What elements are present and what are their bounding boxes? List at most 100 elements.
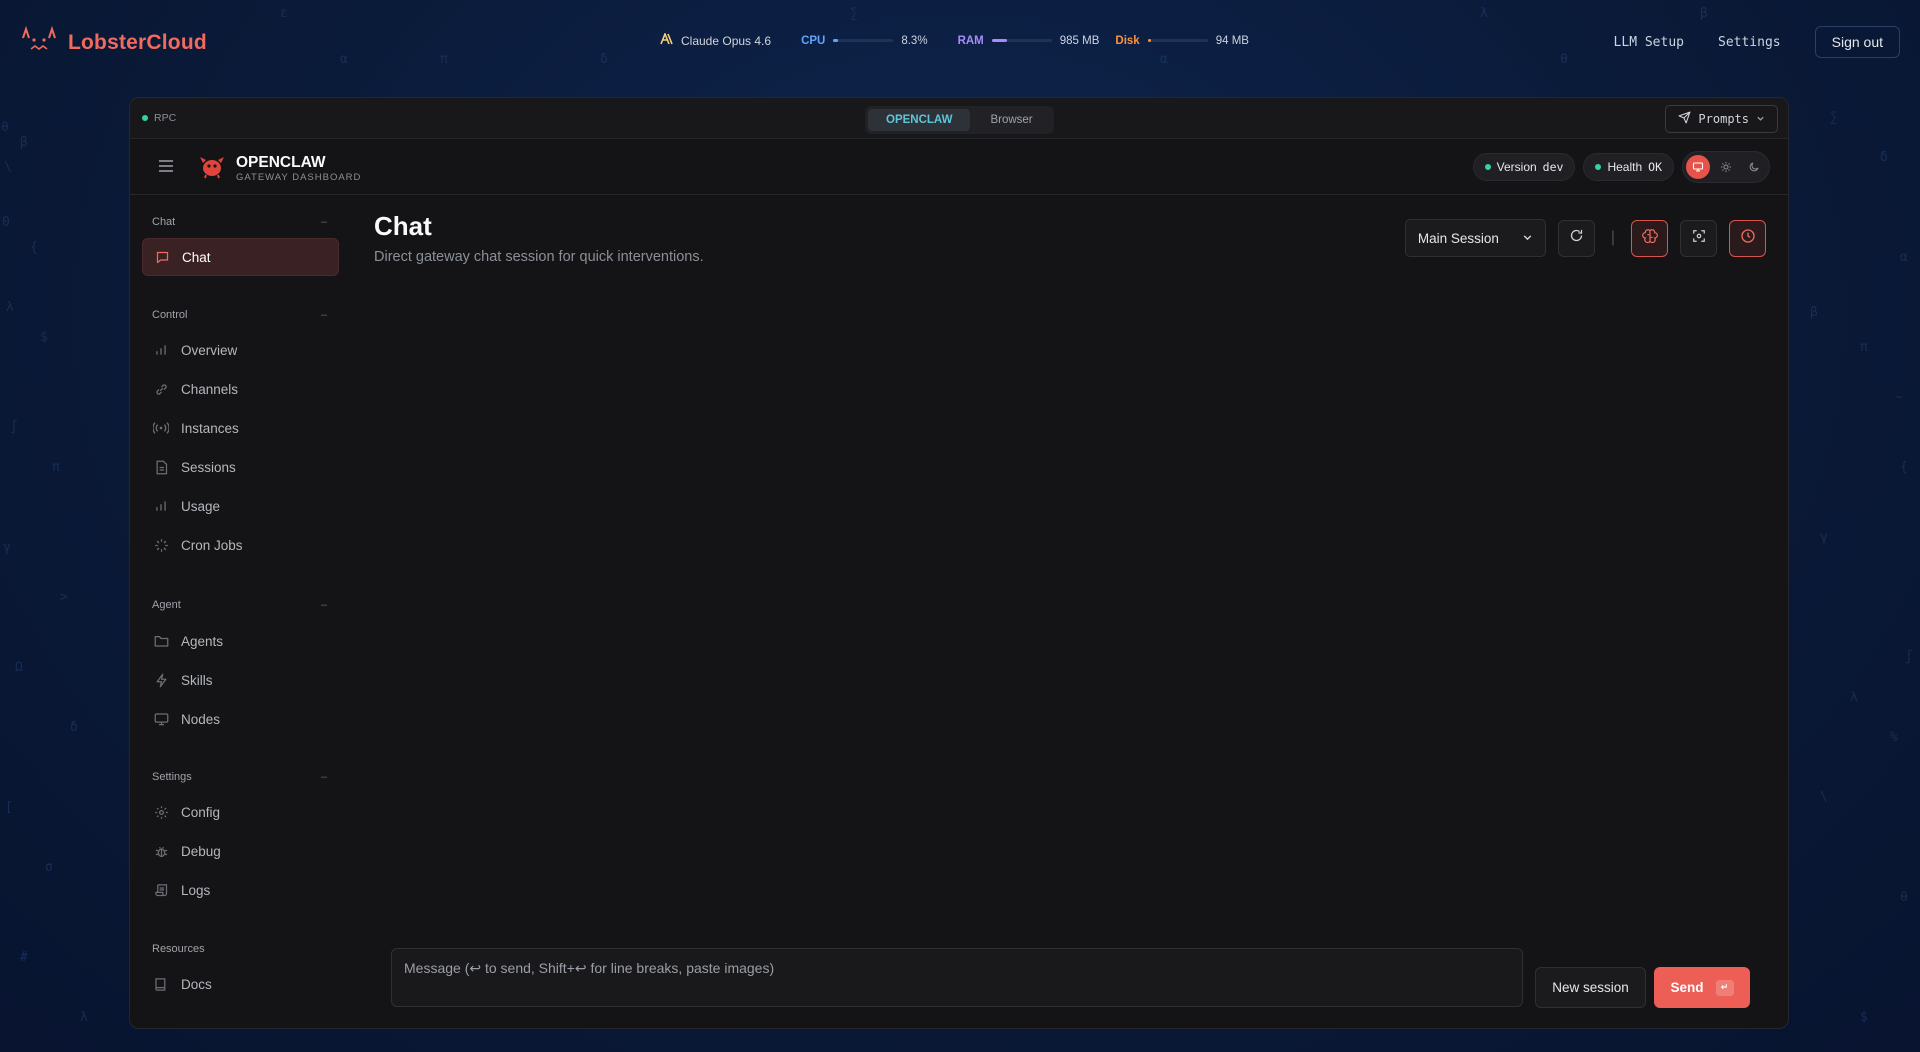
disk-value: 94 MB	[1215, 34, 1249, 47]
system-metrics: Claude Opus 4.6 CPU 8.3% RAM 985 MB Disk…	[660, 31, 1265, 48]
ram-bar-fill	[991, 39, 1007, 42]
sidebar-item-label: Sessions	[181, 459, 236, 475]
send-button[interactable]: Send ↵	[1654, 967, 1750, 1008]
sidebar-item-logs[interactable]: Logs	[142, 871, 339, 909]
sidebar-section-settings[interactable]: Settings –	[152, 771, 327, 783]
bolt-icon	[153, 672, 169, 688]
cpu-bar	[833, 39, 894, 42]
ram-bar	[991, 39, 1052, 42]
thinking-toggle-button[interactable]	[1631, 219, 1668, 257]
app-subtitle: GATEWAY DASHBOARD	[236, 171, 362, 183]
top-links: LLM Setup Settings Sign out	[1614, 26, 1900, 58]
theme-switcher	[1682, 151, 1770, 183]
sidebar-item-label: Debug	[181, 843, 221, 859]
collapse-icon[interactable]: –	[321, 599, 327, 611]
sidebar-item-agents[interactable]: Agents	[142, 622, 339, 660]
window-tabs: OPENCLAW Browser	[865, 106, 1054, 134]
health-label: Health	[1607, 160, 1643, 174]
disk-bar-fill	[1147, 39, 1152, 42]
health-badge: Health OK	[1583, 153, 1674, 181]
sidebar-item-channels[interactable]: Channels	[142, 370, 339, 408]
sidebar-item-label: Logs	[181, 882, 211, 898]
sidebar-item-cron-jobs[interactable]: Cron Jobs	[142, 526, 339, 564]
page-subtitle: Direct gateway chat session for quick in…	[374, 249, 704, 265]
model-name: Claude Opus 4.6	[681, 33, 772, 48]
app-header: OPENCLAW GATEWAY DASHBOARD Version dev H…	[130, 139, 1788, 195]
openclaw-logo: OPENCLAW GATEWAY DASHBOARD	[198, 153, 361, 184]
book-icon	[153, 976, 169, 992]
session-select-value: Main Session	[1417, 230, 1499, 246]
message-input[interactable]: Message (↩ to send, Shift+↩ for line bre…	[391, 948, 1523, 1007]
sidebar-item-instances[interactable]: Instances	[142, 409, 339, 447]
sidebar-item-docs[interactable]: Docs	[142, 965, 339, 1003]
sidebar-section-agent[interactable]: Agent –	[152, 599, 327, 611]
version-badge: Version dev	[1472, 153, 1576, 181]
disk-label: Disk	[1115, 34, 1140, 47]
header-status: Version dev Health OK	[1472, 151, 1770, 183]
focus-mode-button[interactable]	[1680, 219, 1717, 257]
collapse-icon[interactable]: –	[321, 216, 327, 228]
cpu-bar-fill	[833, 39, 839, 42]
sidebar-item-label: Skills	[181, 672, 213, 688]
sidebar-item-overview[interactable]: Overview	[142, 331, 339, 369]
tab-browser[interactable]: Browser	[972, 109, 1050, 131]
moon-icon[interactable]	[1742, 155, 1766, 179]
sun-icon[interactable]	[1714, 155, 1738, 179]
sidebar-item-skills[interactable]: Skills	[142, 661, 339, 699]
disk-metric: Disk 94 MB	[1115, 35, 1249, 47]
new-session-button[interactable]: New session	[1535, 967, 1646, 1008]
cpu-label: CPU	[801, 34, 826, 47]
sidebar-item-label: Overview	[181, 342, 238, 358]
sidebar-item-config[interactable]: Config	[142, 793, 339, 831]
link-icon	[153, 381, 169, 397]
menu-icon[interactable]	[158, 159, 174, 178]
brain-icon	[1641, 228, 1658, 249]
ram-value: 985 MB	[1059, 34, 1100, 47]
version-value: dev	[1542, 160, 1564, 174]
sign-out-button[interactable]: Sign out	[1814, 26, 1900, 58]
sidebar-section-resources[interactable]: Resources	[152, 943, 327, 955]
top-bar: LobsterCloud Claude Opus 4.6 CPU 8.3% RA…	[0, 0, 1920, 82]
brand[interactable]: LobsterCloud	[20, 25, 207, 59]
health-value: OK	[1648, 160, 1662, 174]
window-bar: RPC OPENCLAW Browser Prompts	[130, 98, 1788, 139]
prompts-button[interactable]: Prompts	[1665, 105, 1778, 133]
section-title: Settings	[152, 771, 192, 783]
sidebar-item-sessions[interactable]: Sessions	[142, 448, 339, 486]
settings-link[interactable]: Settings	[1718, 35, 1781, 50]
sidebar-item-label: Nodes	[181, 711, 221, 727]
monitor-icon	[153, 711, 169, 727]
collapse-icon[interactable]: –	[321, 309, 327, 321]
anthropic-icon	[660, 31, 674, 48]
sidebar-item-label: Usage	[181, 498, 221, 514]
sidebar-item-chat[interactable]: Chat	[142, 238, 339, 276]
scan-icon	[1692, 229, 1706, 248]
section-title: Resources	[152, 943, 205, 955]
sidebar-section-chat[interactable]: Chat –	[152, 216, 327, 228]
file-icon	[153, 459, 169, 475]
sidebar-section-control[interactable]: Control –	[152, 309, 327, 321]
collapse-icon[interactable]: –	[321, 771, 327, 783]
lobster-face-icon	[20, 25, 58, 59]
prompts-label: Prompts	[1698, 112, 1749, 126]
section-title: Control	[152, 309, 188, 321]
sidebar-item-nodes[interactable]: Nodes	[142, 700, 339, 738]
session-select[interactable]: Main Session	[1404, 219, 1546, 257]
sidebar-item-label: Instances	[181, 420, 239, 436]
sidebar-item-usage[interactable]: Usage	[142, 487, 339, 525]
sidebar-item-label: Chat	[182, 249, 211, 265]
tab-openclaw[interactable]: OPENCLAW	[868, 109, 971, 131]
refresh-button[interactable]	[1557, 219, 1595, 257]
refresh-icon	[1569, 228, 1584, 248]
sidebar: Chat – Chat Control – Overview Channels In…	[130, 195, 340, 1028]
llm-setup-link[interactable]: LLM Setup	[1614, 35, 1684, 50]
message-input-placeholder: Message (↩ to send, Shift+↩ for line bre…	[404, 960, 775, 976]
folder-icon	[153, 633, 169, 649]
bar-chart-icon	[153, 342, 169, 358]
monitor-theme-icon[interactable]	[1686, 155, 1710, 179]
sidebar-item-label: Config	[181, 804, 221, 820]
sidebar-item-debug[interactable]: Debug	[142, 832, 339, 870]
rpc-status: RPC	[142, 112, 176, 124]
section-title: Agent	[152, 599, 181, 611]
history-button[interactable]	[1729, 219, 1766, 257]
